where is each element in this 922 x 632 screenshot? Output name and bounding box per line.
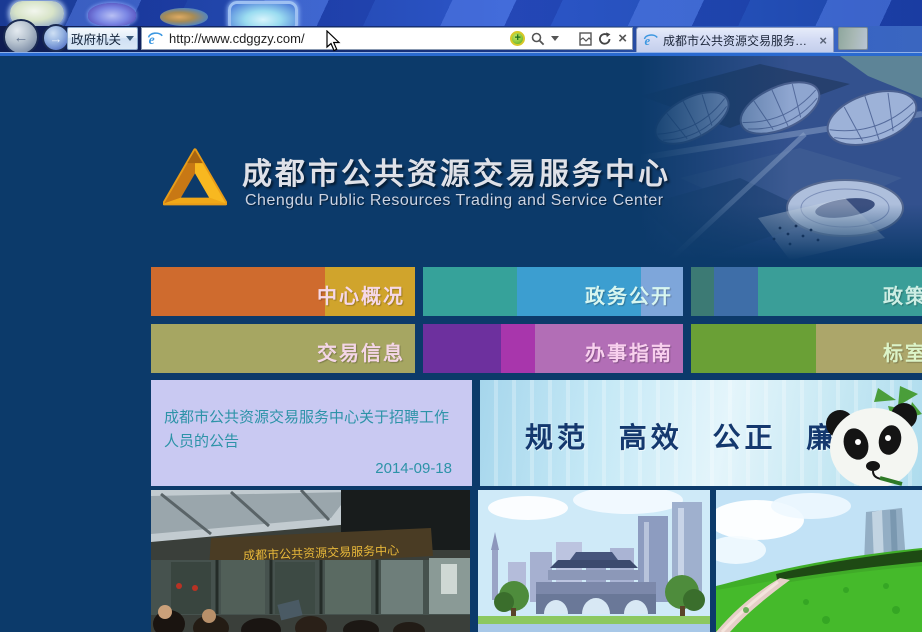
tab-close-icon[interactable]: ×	[819, 33, 827, 48]
page-title: 成都市公共资源交易服务中心	[242, 149, 671, 193]
photo-entrance[interactable]: 成都市公共资源交易服务中心	[151, 490, 470, 632]
nav-button-4[interactable]: 交易信息	[151, 324, 415, 373]
favorites-dropdown-button[interactable]: 政府机关	[67, 27, 138, 50]
forward-arrow-icon: →	[50, 32, 63, 45]
nav-button-label: 交易信息	[317, 337, 405, 366]
main-nav: 中心概况 政务公开 政策法规交易信息 办事指南 标室查询	[151, 267, 922, 373]
nav-button-6[interactable]: 标室查询	[691, 324, 922, 373]
panda-image	[818, 386, 922, 486]
ie-logo-icon: e	[643, 33, 658, 48]
address-bar[interactable]: e http://www.cdggzy.com/ + ×	[141, 27, 633, 50]
nav-button-2[interactable]: 政务公开	[423, 267, 683, 316]
back-button[interactable]: ←	[3, 19, 39, 55]
tab-title: 成都市公共资源交易服务中...	[663, 32, 814, 49]
url-text[interactable]: http://www.cdggzy.com/	[169, 31, 510, 46]
stop-icon[interactable]: ×	[618, 31, 627, 46]
header-aerial-buildings-image	[640, 56, 922, 260]
announcement-date: 2014-09-18	[151, 460, 452, 477]
ie-logo-icon: e	[147, 31, 163, 47]
compatibility-view-icon[interactable]	[579, 32, 592, 46]
announcement-link[interactable]: 成都市公共资源交易服务中心关于招聘工作人员的公告	[164, 406, 458, 454]
nav-button-label: 政务公开	[585, 280, 673, 309]
search-icon[interactable]	[531, 32, 545, 46]
desktop-glass-strip	[0, 0, 922, 26]
desktop-icon-blob-3	[160, 8, 208, 26]
photo-field-tower[interactable]	[716, 490, 922, 632]
nav-button-3[interactable]: 政策法规	[691, 267, 922, 316]
site-safety-orb-icon[interactable]: +	[510, 31, 525, 46]
photo-bridge-skyline[interactable]	[478, 490, 710, 632]
refresh-icon[interactable]	[598, 32, 612, 46]
chevron-down-icon	[126, 36, 134, 41]
nav-button-label: 办事指南	[585, 337, 673, 366]
nav-button-label: 政策法规	[883, 280, 922, 309]
desktop-icon-blob-2	[88, 3, 136, 26]
nav-button-5[interactable]: 办事指南	[423, 324, 683, 373]
webpage-viewport: 成都市公共资源交易服务中心 Chengdu Public Resources T…	[0, 56, 922, 632]
nav-button-label: 中心概况	[317, 280, 405, 309]
browser-tab[interactable]: e 成都市公共资源交易服务中... ×	[636, 27, 834, 52]
page-subtitle: Chengdu Public Resources Trading and Ser…	[245, 192, 664, 210]
site-logo-icon	[163, 146, 227, 216]
announcement-box: 成都市公共资源交易服务中心关于招聘工作人员的公告 2014-09-18	[151, 380, 472, 486]
forward-button[interactable]: →	[42, 24, 70, 52]
browser-navigation-bar: ← → 政府机关 e http://www.cdggzy.com/ +	[0, 26, 922, 52]
nav-button-label: 标室查询	[883, 337, 922, 366]
slogan-banner[interactable]: 规范 高效 公正 廉洁	[480, 380, 922, 486]
new-tab-button[interactable]	[838, 27, 868, 50]
back-arrow-icon: ←	[14, 30, 29, 45]
nav-button-1[interactable]: 中心概况	[151, 267, 415, 316]
search-dropdown-icon[interactable]	[551, 36, 559, 41]
favorites-dropdown-label: 政府机关	[71, 29, 121, 48]
